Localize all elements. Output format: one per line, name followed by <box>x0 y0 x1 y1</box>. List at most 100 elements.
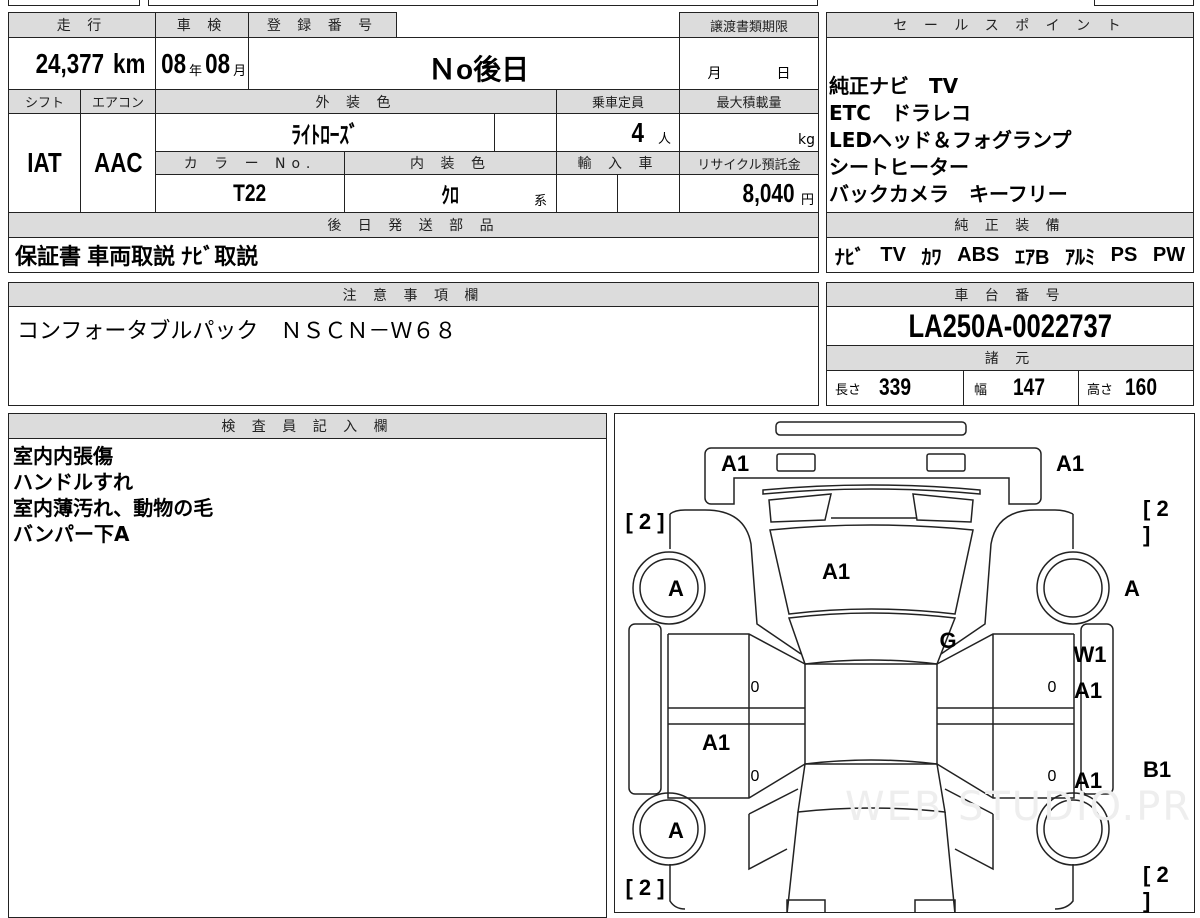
height-value: 160 <box>1125 374 1158 401</box>
damage-mark: A1 <box>1055 451 1085 476</box>
transfer-deadline-value: 月 日 <box>679 37 819 90</box>
zero-mark: 0 <box>1047 768 1057 785</box>
capacity-number: 4 <box>631 116 645 148</box>
damage-mark: G <box>939 628 957 653</box>
mileage-value: 24,377 km <box>8 37 156 90</box>
tire-mark: [ 2 ] <box>625 875 665 900</box>
mileage-label: 走 行 <box>8 12 156 38</box>
width-label: 幅 <box>974 382 988 398</box>
transfer-deadline-label: 譲渡書類期限 <box>679 12 819 38</box>
length-cell: 長さ 339 <box>826 370 964 406</box>
ac-label: エアコン <box>80 89 156 114</box>
color-no-value: T22 <box>155 174 345 213</box>
exterior-color-value: ﾗｲﾄﾛｰｽﾞ <box>155 113 495 152</box>
height-label: 高さ <box>1087 382 1114 398</box>
capacity-value: 4 人 <box>556 113 680 152</box>
max-load-value: kg <box>679 113 819 152</box>
registration-label: 登 録 番 号 <box>248 12 397 38</box>
exterior-color-label: 外 装 色 <box>155 89 557 114</box>
sales-point: ETC ドラレコ <box>829 101 971 125</box>
sales-point: シートヒーター <box>829 155 969 179</box>
chassis-value: LA250A-0022737 <box>826 306 1194 346</box>
capacity-unit: 人 <box>657 132 671 147</box>
equipment-label: 純 正 装 備 <box>826 212 1194 238</box>
tire-mark: [ 2 ] <box>625 509 665 534</box>
car-diagram: WEB STUDIO.PRO <box>614 413 1195 913</box>
mileage-number: 24,377 <box>35 47 104 79</box>
width-cell: 幅 147 <box>963 370 1079 406</box>
chassis-number: LA250A-0022737 <box>908 307 1112 344</box>
watermark: WEB STUDIO.PRO <box>845 784 1195 830</box>
tire-mark: [ 2 ] <box>1143 496 1169 547</box>
shift-text: IAT <box>27 147 62 178</box>
interior-suffix: 系 <box>534 194 548 209</box>
sales-points-label: セ ー ル ス ポ イ ン ト <box>826 12 1194 38</box>
interior-color-text: ｸﾛ <box>441 182 460 208</box>
capacity-label: 乗車定員 <box>556 89 680 114</box>
registration-value: Ｎo後日 <box>428 54 530 85</box>
inspection-value: 08 年 08 月 <box>155 37 249 90</box>
import-cell-1 <box>556 174 618 213</box>
length-value: 339 <box>879 374 912 401</box>
shift-value: IAT <box>8 113 81 213</box>
max-load-label: 最大積載量 <box>679 89 819 114</box>
shift-label: シフト <box>8 89 81 114</box>
wheel-mark: A <box>668 576 684 601</box>
width-value: 147 <box>1013 374 1046 401</box>
inspector-line: ハンドルすれ <box>13 470 133 494</box>
damage-mark: A1 <box>720 451 750 476</box>
damage-mark: A1 <box>821 559 851 584</box>
sales-points-list: 純正ナビ TV ETC ドラレコ LEDヘッド＆フォグランプ シートヒーター バ… <box>826 37 1194 213</box>
color-no-label: カ ラ ー No. <box>155 151 345 175</box>
equipment-item: ｱﾙﾐ <box>1065 246 1096 269</box>
damage-mark: A1 <box>1073 768 1103 793</box>
inspection-month: 08 <box>205 47 231 79</box>
equipment-item: TV <box>880 243 906 266</box>
top-cut-cell <box>148 0 818 6</box>
damage-mark: W1 <box>1073 642 1107 667</box>
zero-mark: 0 <box>1047 679 1057 696</box>
recycle-number: 8,040 <box>742 178 795 208</box>
equipment-item: PW <box>1152 243 1186 266</box>
later-parts-label: 後 日 発 送 部 品 <box>8 212 819 238</box>
specs-label: 諸 元 <box>826 345 1194 371</box>
tire-mark: [ 2 ] <box>1143 862 1169 913</box>
exterior-color-text: ﾗｲﾄﾛｰｽﾞ <box>291 122 359 149</box>
damage-mark: A1 <box>701 730 731 755</box>
recycle-unit: 円 <box>800 193 814 208</box>
recycle-value: 8,040 円 <box>679 174 819 213</box>
recycle-label: リサイクル預託金 <box>679 151 819 175</box>
inspector-label: 検 査 員 記 入 欄 <box>8 413 607 439</box>
top-cut-cell <box>8 0 140 6</box>
zero-mark: 0 <box>750 679 760 696</box>
damage-mark: B1 <box>1142 757 1172 782</box>
later-parts-value: 保証書 車両取説 ﾅﾋﾞ取説 <box>8 237 819 273</box>
inspector-line: バンパー下A <box>13 522 130 546</box>
ac-text: AAC <box>93 147 143 178</box>
inspector-line: 室内薄汚れ、動物の毛 <box>13 496 214 520</box>
exterior-extra-cell <box>494 113 557 152</box>
sales-point: バックカメラ キーフリー <box>829 182 1068 206</box>
equipment-list: ﾅﾋﾞ TV ｶﾜ ABS ｴｱB ｱﾙﾐ PS PW <box>826 237 1194 273</box>
year-unit: 年 <box>188 64 202 79</box>
chassis-label: 車 台 番 号 <box>826 282 1194 307</box>
inspector-notes: 室内内張傷 ハンドルすれ 室内薄汚れ、動物の毛 バンパー下A <box>8 438 607 918</box>
sales-point: LEDヘッド＆フォグランプ <box>829 128 1072 152</box>
notes-label: 注 意 事 項 欄 <box>8 282 819 307</box>
day-unit: 日 <box>776 66 791 82</box>
wheel-mark: A <box>668 818 684 843</box>
top-cut-cell <box>1094 0 1194 6</box>
mileage-unit: km <box>112 47 145 79</box>
equipment-item: PS <box>1110 243 1138 266</box>
length-label: 長さ <box>835 382 862 398</box>
import-label: 輸 入 車 <box>556 151 680 175</box>
equipment-item: ﾅﾋﾞ <box>834 246 865 269</box>
wheel-mark: A <box>1124 576 1140 601</box>
interior-color-value: ｸﾛ <box>344 174 557 213</box>
month-unit: 月 <box>233 64 247 79</box>
ac-value: AAC <box>80 113 156 213</box>
inspection-year: 08 <box>160 47 186 79</box>
damage-mark: A1 <box>1073 678 1103 703</box>
equipment-item: ｶﾜ <box>921 246 942 269</box>
inspection-label: 車 検 <box>155 12 249 38</box>
